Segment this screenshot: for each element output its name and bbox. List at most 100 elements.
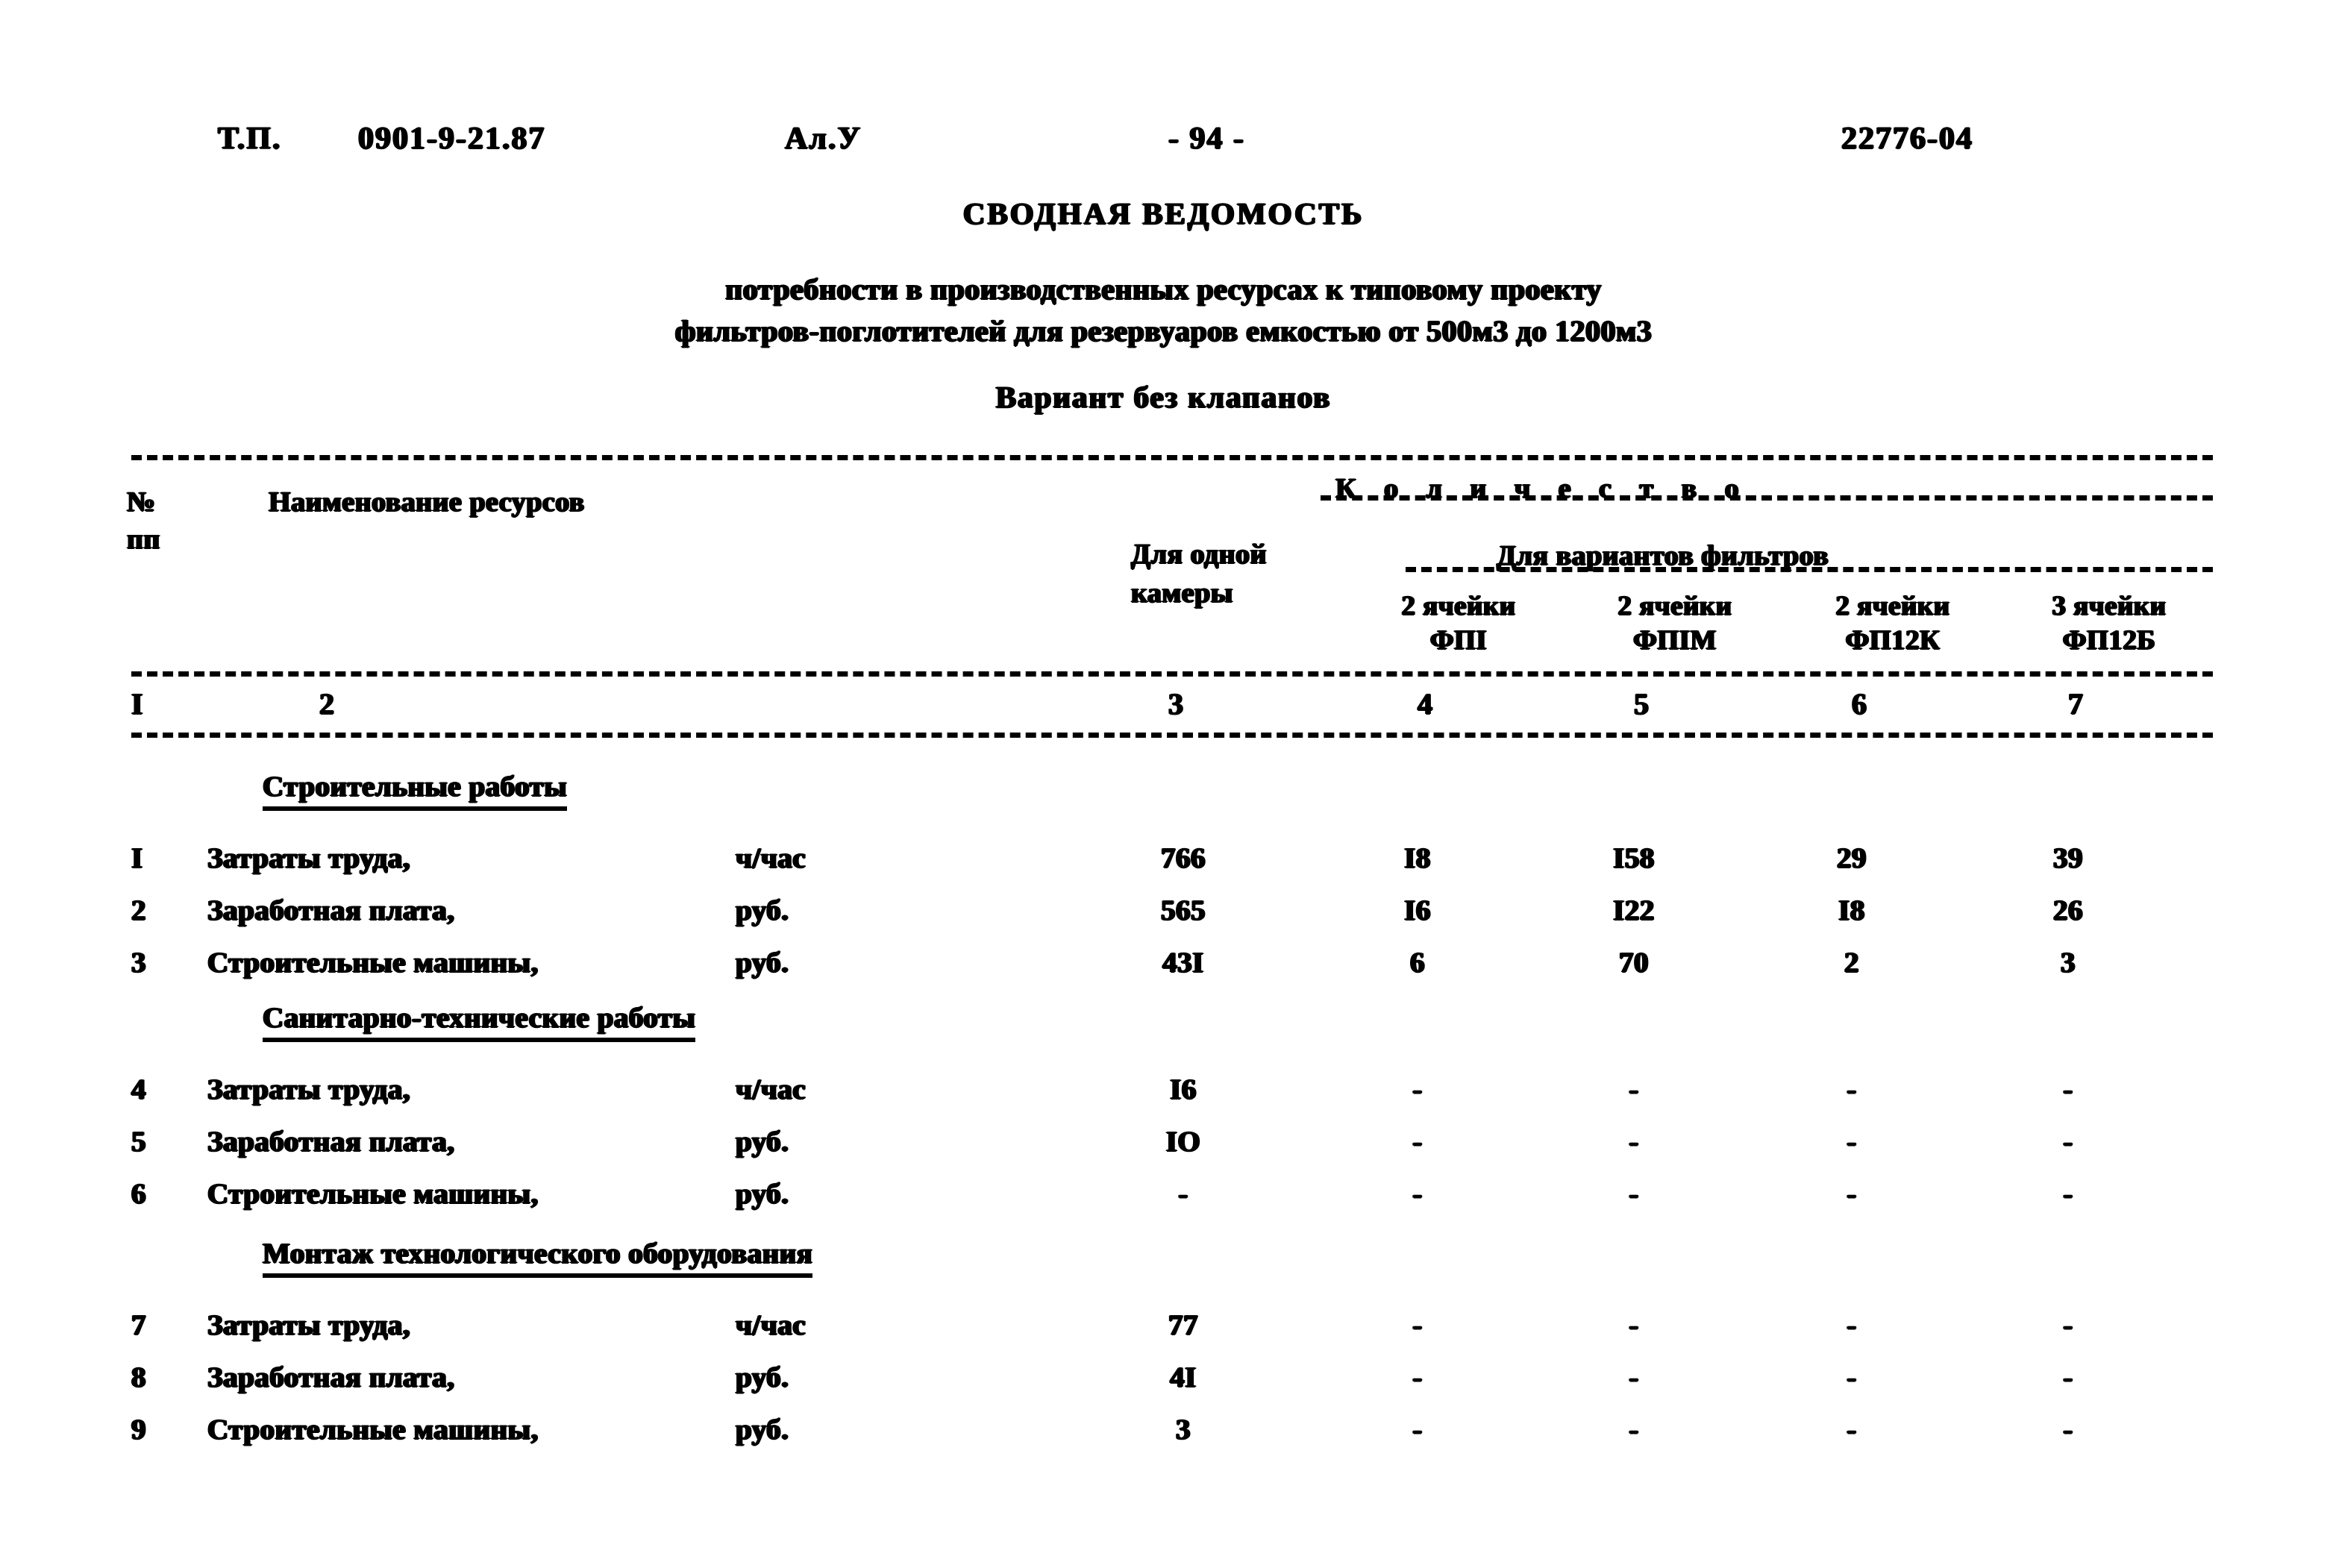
cell-col7: - [2063, 1361, 2073, 1393]
table-row: 7 Затраты труда, ч/час 77 - - - - [0, 1307, 2327, 1352]
cell-col6: - [1847, 1414, 1857, 1446]
cell-col3: 766 [1161, 842, 1206, 874]
cell-col6: 2 [1844, 947, 1859, 979]
row-number: I [131, 842, 143, 874]
row-name: Строительные машины, [207, 1178, 539, 1210]
row-number: 8 [131, 1361, 146, 1393]
row-unit: руб. [736, 1361, 789, 1393]
row-name: Затраты труда, [207, 1309, 411, 1341]
cell-col7: 26 [2053, 894, 2083, 926]
cell-col7: 39 [2053, 842, 2083, 874]
filter-3-cells: 2 ячейки [1835, 591, 1950, 621]
cell-col4: - [1412, 1309, 1423, 1341]
cell-col3: IO [1165, 1126, 1201, 1158]
row-number: 4 [131, 1073, 146, 1106]
row-unit: руб. [736, 947, 789, 979]
cell-col6: - [1847, 1073, 1857, 1106]
cell-col5: - [1629, 1309, 1639, 1341]
cell-col3: - [1178, 1178, 1188, 1210]
subtitle-line-2: фильтров-поглотителей для резервуаров ем… [674, 314, 1653, 348]
column-number-6: 6 [1852, 687, 1867, 721]
row-number: 5 [131, 1126, 146, 1158]
row-unit: руб. [736, 1178, 789, 1210]
filter-1-cells: 2 ячейки [1401, 591, 1516, 621]
variant-label: Вариант без клапанов [995, 380, 1332, 414]
column-number-7: 7 [2068, 687, 2083, 721]
row-unit: руб. [736, 894, 789, 926]
row-number: 6 [131, 1178, 146, 1210]
cell-col4: I8 [1404, 842, 1431, 874]
filter-4-type: ФП12Б [2062, 625, 2156, 656]
cell-col6: 29 [1837, 842, 1867, 874]
column-number-3: 3 [1168, 687, 1183, 721]
filter-2-cells: 2 ячейки [1617, 591, 1732, 621]
col-header-no-line2: пп [127, 524, 160, 555]
cell-col7: - [2063, 1126, 2073, 1158]
cell-col3: I6 [1170, 1073, 1197, 1106]
row-name: Заработная плата, [207, 894, 455, 926]
subtitle-line-1: потребности в производственных ресурсах … [725, 272, 1602, 306]
cell-col4: - [1412, 1414, 1423, 1446]
page-number: - 94 - [1168, 122, 1245, 156]
row-number: 9 [131, 1414, 146, 1446]
filter-2-type: ФПIМ [1633, 625, 1717, 656]
doc-type-label: Т.П. [218, 122, 282, 156]
cell-col7: 3 [2061, 947, 2076, 979]
numrow-bottom-rule [131, 733, 2213, 738]
cell-col4: - [1412, 1178, 1423, 1210]
cell-col4: I6 [1404, 894, 1431, 926]
table-row: 5 Заработная плата, руб. IO - - - - [0, 1123, 2327, 1168]
col-header-filter-4: 3 ячейки ФП12Б [2001, 589, 2217, 658]
col-header-no-line1: № [127, 486, 156, 518]
cell-col3: 565 [1161, 894, 1206, 926]
col-header-single-chamber-line1: Для одной [1131, 539, 1267, 570]
row-number: 7 [131, 1309, 146, 1341]
header-bottom-rule [131, 671, 2213, 677]
cell-col6: - [1847, 1309, 1857, 1341]
cell-col3: 77 [1168, 1309, 1198, 1341]
running-head: Т.П. 0901-9-21.87 Ал.У - 94 - 22776-04 [0, 119, 2327, 172]
table-row: 8 Заработная плата, руб. 4I - - - - [0, 1359, 2327, 1404]
cell-col5: - [1629, 1414, 1639, 1446]
cell-col4: 6 [1410, 947, 1425, 979]
cell-col6: - [1847, 1126, 1857, 1158]
filter-4-cells: 3 ячейки [2052, 591, 2167, 621]
cell-col5: - [1629, 1361, 1639, 1393]
section-heading-construction: Строительные работы [263, 768, 568, 811]
col-header-resource-name: Наименование ресурсов [269, 486, 585, 518]
col-header-quantity-group: К о л и ч е с т в о [1335, 473, 1750, 504]
cell-col3: 4I [1170, 1361, 1197, 1393]
cell-col7: - [2063, 1073, 2073, 1106]
cell-col6: - [1847, 1361, 1857, 1393]
row-name: Затраты труда, [207, 1073, 411, 1106]
table-row: 2 Заработная плата, руб. 565 I6 I22 I8 2… [0, 892, 2327, 937]
col-header-filter-3: 2 ячейки ФП12К [1785, 589, 2001, 658]
row-name: Заработная плата, [207, 1126, 455, 1158]
col-header-single-chamber-line2: камеры [1131, 577, 1233, 609]
row-unit: руб. [736, 1126, 789, 1158]
registration-number: 22776-04 [1841, 122, 1973, 156]
table-row: 3 Строительные машины, руб. 43I 6 70 2 3 [0, 944, 2327, 989]
cell-col7: - [2063, 1414, 2073, 1446]
row-number: 3 [131, 947, 146, 979]
row-name: Затраты труда, [207, 842, 411, 874]
cell-col3: 43I [1162, 947, 1204, 979]
row-unit: ч/час [736, 1073, 807, 1106]
row-unit: ч/час [736, 1309, 807, 1341]
cell-col4: - [1412, 1073, 1423, 1106]
filter-3-type: ФП12К [1845, 625, 1941, 656]
col-header-filter-2: 2 ячейки ФПIМ [1567, 589, 1783, 658]
cell-col6: I8 [1838, 894, 1865, 926]
section-heading-equipment: Монтаж технологического оборудования [263, 1235, 813, 1278]
cell-col7: - [2063, 1309, 2073, 1341]
cell-col5: - [1629, 1073, 1639, 1106]
table-row: I Затраты труда, ч/час 766 I8 I58 29 39 [0, 840, 2327, 885]
row-unit: ч/час [736, 842, 807, 874]
table-row: 6 Строительные машины, руб. - - - - - [0, 1176, 2327, 1220]
table-top-rule [131, 455, 2213, 460]
cell-col5: I22 [1613, 894, 1655, 926]
cell-col5: - [1629, 1126, 1639, 1158]
cell-col5: - [1629, 1178, 1639, 1210]
project-code: 0901-9-21.87 [358, 122, 546, 156]
table-row: 4 Затраты труда, ч/час I6 - - - - [0, 1071, 2327, 1116]
